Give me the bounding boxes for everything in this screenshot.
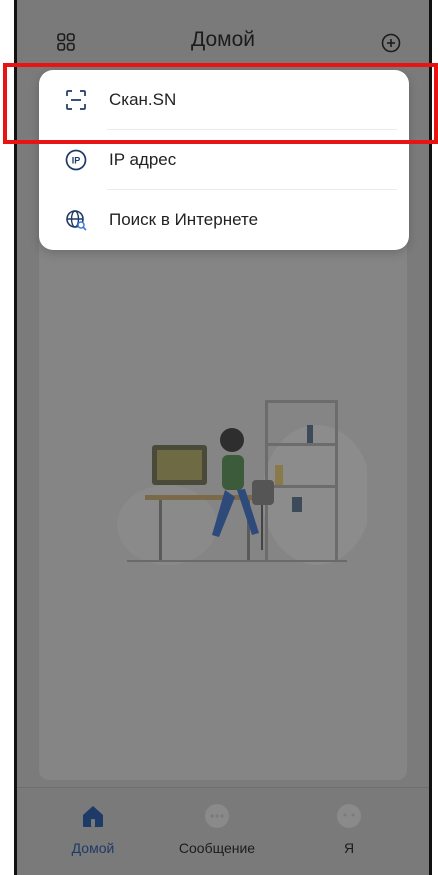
add-device-menu: Скан.SN IP IP адрес Поиск в Интернете [39,70,409,250]
bottom-navigation: Домой Сообщение Я [17,787,429,875]
page-title: Домой [191,28,255,51]
nav-label-home: Домой [71,840,115,856]
home-icon [83,806,103,827]
message-icon [205,804,229,828]
nav-item-profile[interactable]: Я [299,802,399,856]
menu-label-internet-search: Поиск в Интернете [109,210,259,229]
menu-label-scan-sn: Скан.SN [109,90,177,109]
globe-search-icon [66,210,87,231]
svg-text:IP: IP [72,156,81,166]
add-circle-icon[interactable] [381,33,401,53]
menu-label-ip-address: IP адрес [109,150,177,169]
empty-state-illustration [117,400,367,565]
app-screen: Домой Домой Сообщение Я Скан.SN IP IP ад… [14,0,432,875]
profile-icon [337,804,361,828]
nav-item-home[interactable]: Домой [43,802,143,856]
menu-item-ip-address[interactable]: IP IP адрес [39,130,409,190]
nav-label-profile: Я [343,840,355,856]
menu-item-internet-search[interactable]: Поиск в Интернете [39,190,409,250]
nav-label-messages: Сообщение [178,840,256,856]
nav-item-messages[interactable]: Сообщение [167,802,267,856]
scan-icon [66,90,86,110]
ip-icon: IP [65,149,87,171]
app-bar: Домой [17,0,429,70]
menu-item-scan-sn[interactable]: Скан.SN [39,70,409,130]
